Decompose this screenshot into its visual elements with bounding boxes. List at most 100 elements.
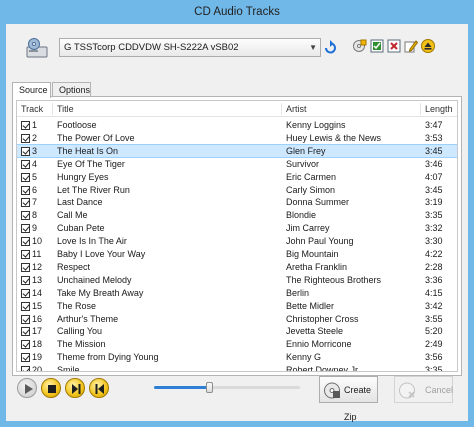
track-row[interactable]: 3 The Heat Is On Glen Frey 3:45 — [17, 143, 457, 158]
track-title: Smile — [57, 365, 80, 372]
track-number: 2 — [32, 132, 38, 143]
track-row[interactable]: 11 Baby I Love Your Way Big Mountain 4:22 — [17, 248, 457, 260]
track-checkbox[interactable] — [21, 275, 30, 285]
refresh-icon[interactable] — [323, 39, 337, 55]
track-row[interactable]: 1 Footloose Kenny Loggins 3:47 — [17, 119, 457, 131]
track-title: The Mission — [57, 339, 106, 350]
track-row[interactable]: 7 Last Dance Donna Summer 3:19 — [17, 196, 457, 208]
track-checkbox[interactable] — [21, 250, 30, 259]
track-row[interactable]: 5 Hungry Eyes Eric Carmen 4:07 — [17, 171, 457, 183]
track-checkbox[interactable] — [21, 159, 30, 169]
track-checkbox[interactable] — [21, 327, 30, 337]
track-checkbox[interactable] — [21, 301, 30, 311]
next-track-button[interactable] — [65, 378, 85, 398]
cancel-button[interactable]: Cancel — [394, 376, 453, 403]
play-button[interactable] — [17, 378, 37, 398]
track-artist: Donna Summer — [286, 197, 350, 208]
playback-slider[interactable] — [154, 382, 300, 393]
column-header-track[interactable]: Track — [21, 101, 43, 117]
track-artist: Blondie — [286, 210, 317, 221]
track-checkbox[interactable] — [21, 366, 30, 371]
track-checkbox[interactable] — [21, 185, 30, 195]
stop-button[interactable] — [41, 378, 61, 398]
edit-icon[interactable] — [404, 39, 419, 53]
playback-slider-thumb[interactable] — [206, 382, 214, 393]
cdtext-icon[interactable] — [353, 39, 367, 53]
column-separator — [420, 103, 421, 115]
track-length: 3:19 — [425, 197, 443, 208]
column-header-artist[interactable]: Artist — [286, 101, 307, 117]
track-row[interactable]: 14 Take My Breath Away Berlin 4:15 — [17, 287, 457, 299]
track-row[interactable]: 2 The Power Of Love Huey Lewis & the News 3… — [17, 132, 457, 144]
track-artist: Christopher Cross — [286, 313, 359, 324]
track-row[interactable]: 19 Theme from Dying Young Kenny G 3:56 — [17, 351, 457, 363]
track-artist: Jim Carrey — [286, 223, 330, 234]
track-title: Take My Breath Away — [57, 287, 144, 298]
track-length: 3:30 — [425, 236, 443, 247]
track-title: The Heat Is On — [57, 145, 119, 156]
track-row[interactable]: 9 Cuban Pete Jim Carrey 3:32 — [17, 222, 457, 234]
track-artist: Big Mountain — [286, 249, 339, 259]
track-title: Footloose — [57, 120, 97, 130]
track-number: 4 — [32, 158, 38, 169]
track-checkbox[interactable] — [21, 237, 30, 247]
track-checkbox[interactable] — [21, 314, 30, 324]
track-length: 3:56 — [425, 352, 443, 363]
column-header-length[interactable]: Length — [425, 101, 453, 117]
track-length: 3:53 — [425, 132, 443, 143]
track-length: 4:22 — [425, 249, 443, 259]
track-number: 10 — [32, 236, 43, 247]
track-number: 20 — [32, 365, 43, 372]
tab-source[interactable]: Source — [12, 82, 51, 98]
select-all-icon[interactable] — [370, 39, 384, 53]
drive-select[interactable]: G TSSTcorp CDDVDW SH-S222A vSB02 ▼ — [59, 38, 321, 57]
track-row[interactable]: 10 Love Is In The Air John Paul Young 3:30 — [17, 235, 457, 247]
track-row[interactable]: 16 Arthur's Theme Christopher Cross 3:55 — [17, 313, 457, 325]
drive-select-value: G TSSTcorp CDDVDW SH-S222A vSB02 — [64, 42, 239, 53]
cd-drive-icon — [25, 38, 49, 60]
track-row[interactable]: 6 Let The River Run Carly Simon 3:45 — [17, 184, 457, 196]
track-row[interactable]: 15 The Rose Bette Midler 3:42 — [17, 300, 457, 312]
track-checkbox[interactable] — [21, 353, 30, 363]
previous-icon — [95, 384, 104, 394]
track-artist: Survivor — [286, 158, 320, 169]
track-title: The Rose — [57, 300, 97, 311]
cancel-label: Cancel — [425, 385, 454, 395]
previous-track-button[interactable] — [89, 378, 109, 398]
track-checkbox[interactable] — [21, 133, 30, 143]
track-row[interactable]: 20 Smile Robert Downey Jr. 3:35 — [17, 364, 457, 372]
track-checkbox[interactable] — [21, 262, 30, 272]
track-number: 15 — [32, 300, 43, 311]
track-checkbox[interactable] — [21, 288, 30, 298]
track-title: Eye Of The Tiger — [57, 158, 125, 169]
track-checkbox[interactable] — [21, 146, 30, 156]
tab-options[interactable]: Options — [52, 82, 91, 97]
app-window: CD Audio Tracks G TSSTcorp CDDVDW SH-S22… — [0, 0, 474, 427]
track-number: 19 — [32, 352, 43, 363]
track-number: 7 — [32, 197, 38, 208]
window-client: G TSSTcorp CDDVDW SH-S222A vSB02 ▼ Sourc… — [6, 24, 468, 422]
track-row[interactable]: 8 Call Me Blondie 3:35 — [17, 209, 457, 221]
track-title: Arthur's Theme — [57, 313, 119, 324]
track-row[interactable]: 17 Calling You Jevetta Steele 5:20 — [17, 325, 457, 337]
track-artist: Berlin — [286, 287, 310, 298]
track-checkbox[interactable] — [21, 340, 30, 350]
track-number: 11 — [32, 249, 42, 259]
track-checkbox[interactable] — [21, 121, 30, 130]
track-list[interactable]: Track Title Artist Length 1 Footloose Kenn… — [16, 100, 458, 372]
track-checkbox[interactable] — [21, 198, 30, 208]
column-header-title[interactable]: Title — [57, 101, 74, 117]
track-artist: Kenny Loggins — [286, 120, 346, 130]
track-row[interactable]: 4 Eye Of The Tiger Survivor 3:46 — [17, 158, 457, 170]
eject-icon[interactable] — [421, 39, 435, 53]
track-checkbox[interactable] — [21, 211, 30, 221]
next-icon — [72, 384, 81, 394]
track-row[interactable]: 13 Unchained Melody The Righteous Brothers… — [17, 274, 457, 286]
track-row[interactable]: 12 Respect Aretha Franklin 2:28 — [17, 261, 457, 273]
track-checkbox[interactable] — [21, 224, 30, 234]
track-checkbox[interactable] — [21, 172, 30, 182]
create-zip-button[interactable]: Create Zip — [319, 376, 378, 422]
deselect-all-icon[interactable] — [387, 39, 401, 53]
track-title: Love Is In The Air — [57, 236, 127, 247]
track-row[interactable]: 18 The Mission Ennio Morricone 2:49 — [17, 338, 457, 350]
